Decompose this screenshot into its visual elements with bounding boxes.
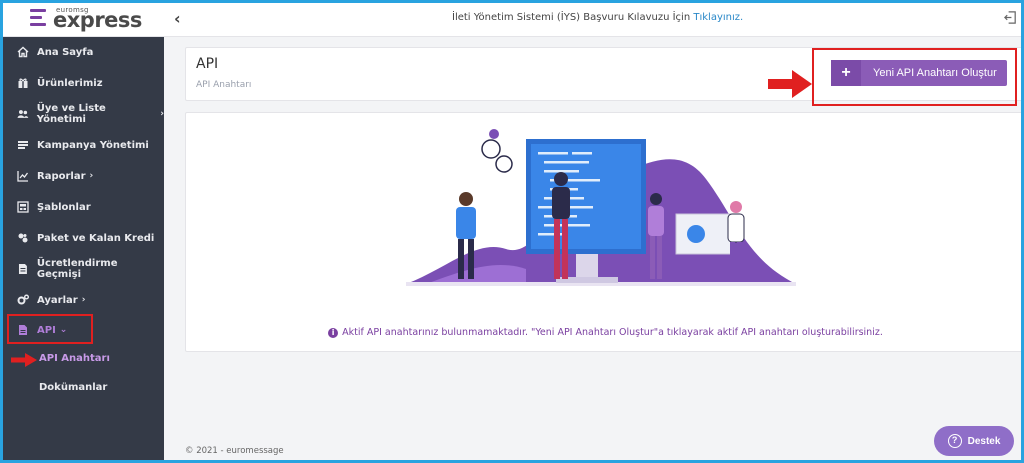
home-icon <box>17 46 29 58</box>
info-icon: i <box>328 328 339 338</box>
empty-state-text: Aktif API anahtarınız bulunmamaktadır. "… <box>342 327 883 338</box>
sidebar-item-label: Ücretlendirme Geçmişi <box>36 258 118 280</box>
sidebar-item-label: Şablonlar <box>37 201 91 213</box>
sidebar: Ana Sayfa Ürünlerimiz Üye ve Liste Yönet… <box>3 37 164 460</box>
notice-text: İleti Yönetim Sistemi (İYS) Başvuru Kıla… <box>452 12 694 23</box>
footer-copyright: © 2021 - euromessage <box>185 446 284 456</box>
logo-text: express <box>53 8 142 32</box>
sidebar-item-label: Ana Sayfa <box>37 46 94 58</box>
sidebar-item-label: Üye ve Liste Yönetimi <box>36 103 106 125</box>
gift-icon <box>18 78 28 88</box>
template-icon <box>17 201 29 213</box>
chevron-right-icon: › <box>89 171 94 181</box>
new-button-highlight-box <box>812 48 1017 106</box>
logo-mark-icon <box>30 9 48 27</box>
api-highlight-box <box>7 314 93 344</box>
red-arrow-annotation-icon <box>768 70 812 98</box>
sidebar-item-templates[interactable]: Şablonlar <box>3 192 164 222</box>
sidebar-item-products[interactable]: Ürünlerimiz <box>3 68 164 98</box>
sidebar-item-settings[interactable]: Ayarlar › <box>3 285 164 315</box>
iys-notice: İleti Yönetim Sistemi (İYS) Başvuru Kıla… <box>452 12 743 23</box>
logout-icon[interactable] <box>1003 10 1018 25</box>
users-icon <box>17 110 29 118</box>
red-arrow-annotation-icon <box>11 353 37 367</box>
support-button[interactable]: ? Destek <box>934 426 1014 456</box>
sidebar-subitem-api-key[interactable]: API Anahtarı <box>39 353 110 364</box>
sidebar-item-home[interactable]: Ana Sayfa <box>3 37 164 67</box>
sidebar-item-billing[interactable]: Ücretlendirme Geçmişi <box>3 254 164 284</box>
campaign-icon <box>18 141 28 149</box>
sidebar-item-label: Ürünlerimiz <box>37 77 103 89</box>
sidebar-item-package[interactable]: Paket ve Kalan Kredi <box>3 223 164 253</box>
page-title: API <box>196 56 219 72</box>
package-icon <box>18 233 28 243</box>
sidebar-item-reports[interactable]: Raporlar › <box>3 161 164 191</box>
collapse-sidebar-icon[interactable]: ‹ <box>174 9 181 28</box>
breadcrumb: API Anahtarı <box>196 80 252 90</box>
sidebar-item-label: Ayarlar <box>37 294 78 306</box>
question-icon: ? <box>947 434 962 448</box>
empty-state-card: i Aktif API anahtarınız bulunmamaktadır. … <box>185 112 1024 352</box>
logo[interactable]: euromsg express <box>30 6 142 32</box>
chevron-right-icon: › <box>81 295 86 305</box>
sidebar-item-label: Paket ve Kalan Kredi <box>37 232 155 244</box>
sidebar-subitem-docs[interactable]: Dokümanlar <box>39 382 107 393</box>
sidebar-item-campaigns[interactable]: Kampanya Yönetimi <box>3 130 164 160</box>
gear-icon <box>17 294 29 305</box>
sidebar-item-members[interactable]: Üye ve Liste Yönetimi › <box>3 99 164 129</box>
notice-link[interactable]: Tıklayınız. <box>693 12 743 23</box>
api-illustration-icon <box>406 129 796 286</box>
billing-icon <box>18 264 27 274</box>
top-bar: euromsg express ‹ İleti Yönetim Sistemi … <box>0 0 1024 37</box>
empty-state-message: i Aktif API anahtarınız bulunmamaktadır. … <box>186 327 1024 338</box>
sidebar-item-label: Kampanya Yönetimi <box>37 139 149 151</box>
sidebar-item-label: Raporlar <box>37 170 86 182</box>
chart-icon <box>17 171 29 182</box>
support-label: Destek <box>967 435 1001 447</box>
